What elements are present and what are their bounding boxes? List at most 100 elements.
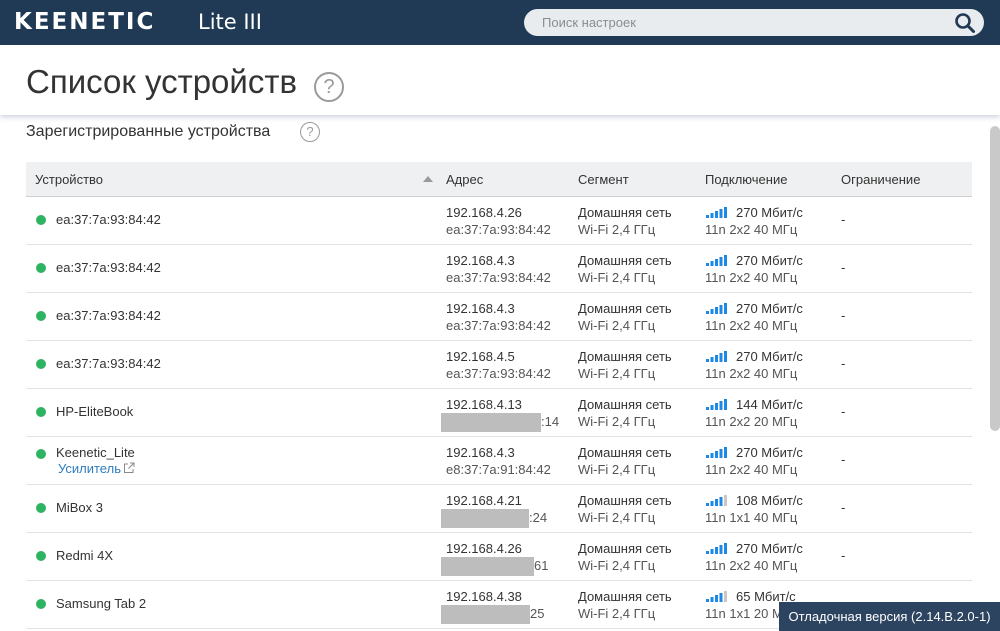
- segment-name: Домашняя сеть: [578, 349, 672, 364]
- device-name[interactable]: Redmi 4X: [56, 548, 113, 563]
- device-name[interactable]: HP-EliteBook: [56, 404, 133, 419]
- table-row[interactable]: Keenetic_Lite Усилитель 192.168.4.3 e8:37:7…: [26, 437, 972, 485]
- online-status-dot: [36, 503, 46, 513]
- link-speed: 270 Мбит/с: [736, 205, 803, 220]
- ip-address: 192.168.4.3: [446, 253, 515, 268]
- mac-address: :24: [529, 510, 548, 525]
- wifi-band: Wi-Fi 2,4 ГГц: [578, 510, 656, 525]
- online-status-dot: [36, 263, 46, 273]
- section-title: Зарегистрированные устройства: [26, 123, 271, 140]
- device-name[interactable]: Samsung Tab 2: [56, 596, 146, 611]
- ip-address: 192.168.4.26: [446, 205, 522, 220]
- device-name[interactable]: ea:37:7a:93:84:42: [56, 356, 161, 371]
- search-box: [524, 9, 984, 36]
- redacted-mac: [441, 509, 529, 528]
- debug-version-badge: Отладочная версия (2.14.В.2.0-1): [779, 602, 1000, 631]
- bandwidth-limit[interactable]: -: [841, 260, 845, 275]
- wifi-band: Wi-Fi 2,4 ГГц: [578, 558, 656, 573]
- device-name[interactable]: MiBox 3: [56, 500, 103, 515]
- wifi-mode: 11n 2x2 40 МГц: [705, 222, 798, 237]
- table-row[interactable]: MiBox 3 192.168.4.21:24 Домашняя сеть Wi-Fi…: [26, 485, 972, 533]
- bandwidth-limit[interactable]: -: [841, 548, 845, 563]
- wifi-mode: 11n 2x2 40 МГц: [705, 366, 798, 381]
- wifi-band: Wi-Fi 2,4 ГГц: [578, 366, 656, 381]
- segment-name: Домашняя сеть: [578, 397, 672, 412]
- device-name[interactable]: Keenetic_Lite: [56, 445, 135, 460]
- bandwidth-limit[interactable]: -: [841, 404, 845, 419]
- mac-address: ea:37:7a:93:84:42: [446, 318, 551, 333]
- section-help-icon[interactable]: ?: [300, 122, 320, 142]
- online-status-dot: [36, 311, 46, 321]
- mac-address: 25: [530, 606, 545, 621]
- scrollbar-thumb[interactable]: [990, 126, 1000, 431]
- bandwidth-limit[interactable]: -: [841, 356, 845, 371]
- redacted-mac: [441, 557, 534, 576]
- mac-address: ea:37:7a:93:84:42: [446, 366, 551, 381]
- signal-strength-icon: [706, 495, 727, 506]
- ip-address: 192.168.4.3: [446, 301, 515, 316]
- device-name[interactable]: ea:37:7a:93:84:42: [56, 308, 161, 323]
- table-row[interactable]: Redmi 4X 192.168.4.26 61 Домашняя сеть Wi-Fi…: [26, 533, 972, 581]
- redacted-mac: [441, 413, 541, 432]
- mac-address: 61: [534, 558, 549, 573]
- column-header-segment[interactable]: Сегмент: [578, 172, 629, 187]
- model-name: Lite III: [198, 10, 262, 34]
- table-row[interactable]: ea:37:7a:93:84:42 192.168.4.5 ea:37:7a:93:…: [26, 341, 972, 389]
- column-header-connection[interactable]: Подключение: [705, 172, 787, 187]
- segment-name: Домашняя сеть: [578, 253, 672, 268]
- wifi-band: Wi-Fi 2,4 ГГц: [578, 414, 656, 429]
- wifi-mode: 11n 2x2 40 МГц: [705, 318, 798, 333]
- bandwidth-limit[interactable]: -: [841, 500, 845, 515]
- signal-strength-icon: [706, 351, 727, 362]
- top-bar: KEENETIC Lite III: [0, 0, 1000, 45]
- device-name[interactable]: ea:37:7a:93:84:42: [56, 260, 161, 275]
- search-input[interactable]: [524, 9, 944, 36]
- ip-address: 192.168.4.38: [446, 589, 522, 604]
- table-body: ea:37:7a:93:84:42 192.168.4.26 ea:37:7a:93…: [26, 197, 972, 629]
- column-header-device[interactable]: Устройство: [35, 172, 103, 187]
- segment-name: Домашняя сеть: [578, 205, 672, 220]
- online-status-dot: [36, 599, 46, 609]
- signal-strength-icon: [706, 303, 727, 314]
- online-status-dot: [36, 551, 46, 561]
- link-speed: 270 Мбит/с: [736, 541, 803, 556]
- brand-logo[interactable]: KEENETIC: [14, 9, 155, 35]
- ip-address: 192.168.4.21: [446, 493, 522, 508]
- bandwidth-limit[interactable]: -: [841, 212, 845, 227]
- signal-strength-icon: [706, 207, 727, 218]
- link-speed: 270 Мбит/с: [736, 253, 803, 268]
- ip-address: 192.168.4.26: [446, 541, 522, 556]
- sort-ascending-icon[interactable]: [423, 176, 433, 182]
- column-header-limit[interactable]: Ограничение: [841, 172, 920, 187]
- page-header: Список устройств ?: [0, 45, 1000, 115]
- wifi-mode: 11n 2x2 40 МГц: [705, 462, 798, 477]
- wifi-band: Wi-Fi 2,4 ГГц: [578, 318, 656, 333]
- table-row[interactable]: ea:37:7a:93:84:42 192.168.4.3 ea:37:7a:93:…: [26, 245, 972, 293]
- wifi-mode: 11n 2x2 20 МГц: [705, 414, 798, 429]
- table-row[interactable]: HP-EliteBook 192.168.4.13 :14 Домашняя сеть…: [26, 389, 972, 437]
- help-icon[interactable]: ?: [314, 72, 344, 102]
- device-name[interactable]: ea:37:7a:93:84:42: [56, 212, 161, 227]
- wifi-band: Wi-Fi 2,4 ГГц: [578, 270, 656, 285]
- table-header: Устройство Адрес Сегмент Подключение Огр…: [26, 162, 972, 197]
- ip-address: 192.168.4.3: [446, 445, 515, 460]
- column-header-address[interactable]: Адрес: [446, 172, 483, 187]
- link-speed: 144 Мбит/с: [736, 397, 803, 412]
- link-speed: 270 Мбит/с: [736, 301, 803, 316]
- signal-strength-icon: [706, 447, 727, 458]
- external-link-icon[interactable]: [123, 462, 135, 474]
- mac-address: ea:37:7a:93:84:42: [446, 222, 551, 237]
- ip-address: 192.168.4.13: [446, 397, 522, 412]
- link-speed: 270 Мбит/с: [736, 445, 803, 460]
- table-row[interactable]: ea:37:7a:93:84:42 192.168.4.26 ea:37:7a:93…: [26, 197, 972, 245]
- bandwidth-limit[interactable]: -: [841, 308, 845, 323]
- device-role-link[interactable]: Усилитель: [58, 461, 121, 476]
- search-icon[interactable]: [954, 12, 976, 34]
- devices-table: Устройство Адрес Сегмент Подключение Огр…: [26, 162, 972, 629]
- wifi-band: Wi-Fi 2,4 ГГц: [578, 462, 656, 477]
- mac-address: :14: [541, 414, 560, 429]
- wifi-mode: 11n 2x2 40 МГц: [705, 270, 798, 285]
- table-row[interactable]: ea:37:7a:93:84:42 192.168.4.3 ea:37:7a:93:…: [26, 293, 972, 341]
- bandwidth-limit[interactable]: -: [841, 452, 845, 467]
- signal-strength-icon: [706, 591, 727, 602]
